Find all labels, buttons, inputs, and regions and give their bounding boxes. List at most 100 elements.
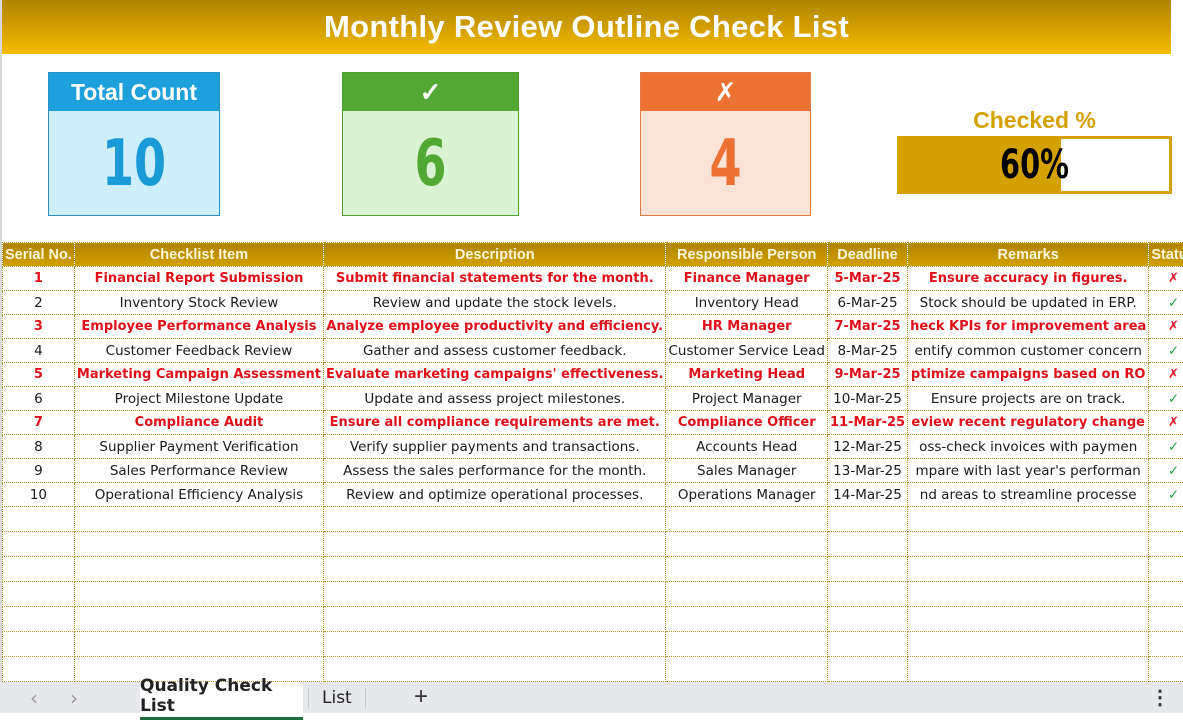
empty-cell[interactable] — [908, 607, 1149, 632]
tab-list[interactable]: List — [322, 682, 352, 713]
more-options-icon[interactable]: ⋮ — [1150, 685, 1170, 710]
cell-person[interactable]: Marketing Head — [666, 363, 827, 387]
column-header-serial[interactable]: Serial No. — [3, 243, 75, 267]
cell-person[interactable]: HR Manager — [666, 315, 827, 339]
cell-item[interactable]: Sales Performance Review — [74, 459, 323, 483]
cell-remarks[interactable]: eview recent regulatory change — [908, 411, 1149, 435]
empty-cell[interactable] — [324, 557, 666, 582]
column-header-description[interactable]: Description — [324, 243, 666, 267]
table-row[interactable]: 10Operational Efficiency AnalysisReview … — [3, 483, 1183, 507]
cell-serial[interactable]: 4 — [3, 339, 75, 363]
cell-description[interactable]: Gather and assess customer feedback. — [324, 339, 666, 363]
cell-remarks[interactable]: entify common customer concern — [908, 339, 1149, 363]
cell-status[interactable]: ✓ — [1149, 387, 1183, 411]
cell-status[interactable]: ✓ — [1149, 339, 1183, 363]
cell-deadline[interactable]: 5-Mar-25 — [827, 267, 907, 291]
empty-cell[interactable] — [1149, 582, 1183, 607]
cell-remarks[interactable]: nd areas to streamline processe — [908, 483, 1149, 507]
empty-cell[interactable] — [3, 657, 75, 682]
empty-cell[interactable] — [3, 532, 75, 557]
cell-description[interactable]: Review and optimize operational processe… — [324, 483, 666, 507]
table-row[interactable]: 8Supplier Payment VerificationVerify sup… — [3, 435, 1183, 459]
empty-cell[interactable] — [3, 557, 75, 582]
empty-cell[interactable] — [74, 582, 323, 607]
cell-person[interactable]: Sales Manager — [666, 459, 827, 483]
cell-serial[interactable]: 5 — [3, 363, 75, 387]
cell-remarks[interactable]: oss-check invoices with paymen — [908, 435, 1149, 459]
table-row[interactable]: 5Marketing Campaign AssessmentEvaluate m… — [3, 363, 1183, 387]
empty-cell[interactable] — [3, 632, 75, 657]
empty-cell[interactable] — [3, 582, 75, 607]
empty-row[interactable] — [3, 607, 1183, 632]
table-row[interactable]: 9Sales Performance ReviewAssess the sale… — [3, 459, 1183, 483]
cell-person[interactable]: Customer Service Lead — [666, 339, 827, 363]
empty-row[interactable] — [3, 532, 1183, 557]
cell-item[interactable]: Customer Feedback Review — [74, 339, 323, 363]
cell-serial[interactable]: 2 — [3, 291, 75, 315]
empty-cell[interactable] — [908, 582, 1149, 607]
empty-cell[interactable] — [908, 632, 1149, 657]
cell-item[interactable]: Project Milestone Update — [74, 387, 323, 411]
empty-cell[interactable] — [3, 607, 75, 632]
empty-cell[interactable] — [827, 632, 907, 657]
table-row[interactable]: 2Inventory Stock ReviewReview and update… — [3, 291, 1183, 315]
cell-deadline[interactable]: 13-Mar-25 — [827, 459, 907, 483]
cell-status[interactable]: ✓ — [1149, 459, 1183, 483]
cell-description[interactable]: Evaluate marketing campaigns' effectiven… — [324, 363, 666, 387]
cell-status[interactable]: ✗ — [1149, 363, 1183, 387]
cell-serial[interactable]: 1 — [3, 267, 75, 291]
empty-row[interactable] — [3, 632, 1183, 657]
table-row[interactable]: 1Financial Report SubmissionSubmit finan… — [3, 267, 1183, 291]
empty-cell[interactable] — [908, 557, 1149, 582]
cell-serial[interactable]: 9 — [3, 459, 75, 483]
empty-row[interactable] — [3, 557, 1183, 582]
cell-person[interactable]: Project Manager — [666, 387, 827, 411]
empty-cell[interactable] — [324, 582, 666, 607]
cell-person[interactable]: Finance Manager — [666, 267, 827, 291]
empty-cell[interactable] — [1149, 532, 1183, 557]
cell-description[interactable]: Verify supplier payments and transaction… — [324, 435, 666, 459]
cell-deadline[interactable]: 9-Mar-25 — [827, 363, 907, 387]
cell-remarks[interactable]: heck KPIs for improvement area — [908, 315, 1149, 339]
cell-deadline[interactable]: 14-Mar-25 — [827, 483, 907, 507]
cell-item[interactable]: Financial Report Submission — [74, 267, 323, 291]
cell-item[interactable]: Supplier Payment Verification — [74, 435, 323, 459]
cell-deadline[interactable]: 6-Mar-25 — [827, 291, 907, 315]
empty-cell[interactable] — [74, 607, 323, 632]
cell-serial[interactable]: 3 — [3, 315, 75, 339]
column-header-person[interactable]: Responsible Person — [666, 243, 827, 267]
empty-cell[interactable] — [666, 532, 827, 557]
cell-serial[interactable]: 8 — [3, 435, 75, 459]
empty-cell[interactable] — [324, 607, 666, 632]
cell-deadline[interactable]: 7-Mar-25 — [827, 315, 907, 339]
empty-cell[interactable] — [827, 607, 907, 632]
cell-status[interactable]: ✗ — [1149, 267, 1183, 291]
cell-item[interactable]: Marketing Campaign Assessment — [74, 363, 323, 387]
empty-cell[interactable] — [908, 507, 1149, 532]
empty-cell[interactable] — [666, 632, 827, 657]
empty-cell[interactable] — [827, 507, 907, 532]
cell-serial[interactable]: 7 — [3, 411, 75, 435]
empty-cell[interactable] — [666, 507, 827, 532]
empty-cell[interactable] — [74, 532, 323, 557]
cell-description[interactable]: Ensure all compliance requirements are m… — [324, 411, 666, 435]
empty-cell[interactable] — [666, 557, 827, 582]
empty-cell[interactable] — [827, 582, 907, 607]
column-header-deadline[interactable]: Deadline — [827, 243, 907, 267]
table-row[interactable]: 3Employee Performance AnalysisAnalyze em… — [3, 315, 1183, 339]
cell-remarks[interactable]: Ensure projects are on track. — [908, 387, 1149, 411]
cell-deadline[interactable]: 10-Mar-25 — [827, 387, 907, 411]
cell-description[interactable]: Assess the sales performance for the mon… — [324, 459, 666, 483]
cell-deadline[interactable]: 8-Mar-25 — [827, 339, 907, 363]
empty-cell[interactable] — [1149, 607, 1183, 632]
chevron-left-icon[interactable]: ‹ — [30, 686, 38, 710]
empty-cell[interactable] — [827, 557, 907, 582]
empty-cell[interactable] — [666, 657, 827, 682]
cell-item[interactable]: Compliance Audit — [74, 411, 323, 435]
cell-item[interactable]: Inventory Stock Review — [74, 291, 323, 315]
cell-person[interactable]: Accounts Head — [666, 435, 827, 459]
cell-item[interactable]: Operational Efficiency Analysis — [74, 483, 323, 507]
empty-cell[interactable] — [1149, 632, 1183, 657]
cell-remarks[interactable]: mpare with last year's performan — [908, 459, 1149, 483]
column-header-remarks[interactable]: Remarks — [908, 243, 1149, 267]
